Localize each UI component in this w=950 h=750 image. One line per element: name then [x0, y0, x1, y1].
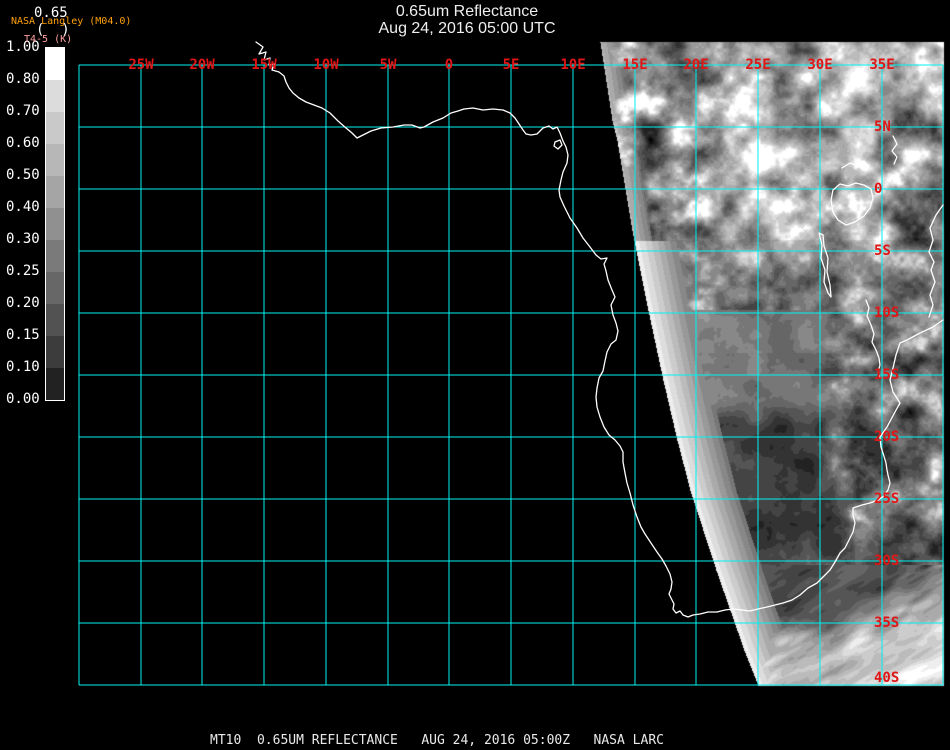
colorbar-tick-0.20: 0.20: [6, 295, 40, 311]
colorbar-tick-0.30: 0.30: [6, 231, 40, 247]
footer-caption: MT10 0.65UM REFLECTANCE AUG 24, 2016 05:…: [210, 733, 664, 748]
title-block: 0.65um Reflectance Aug 24, 2016 05:00 UT…: [378, 3, 555, 37]
nasa-langley-version-label: NASA Langley (M04.0): [11, 16, 132, 27]
colorbar-block-5: [46, 208, 64, 240]
colorbar-block-1: [46, 80, 64, 112]
satellite-quicklook-screen: 0.65um Reflectance Aug 24, 2016 05:00 UT…: [0, 0, 950, 750]
colorbar-block-8: [46, 304, 64, 336]
coastline-fragment-4: [841, 160, 869, 169]
map-grid-and-coastlines: [78, 41, 944, 686]
colorbar-tick-0.60: 0.60: [6, 135, 40, 151]
colorbar-block-10: [46, 368, 64, 400]
colorbar-tick-0.70: 0.70: [6, 103, 40, 119]
colorbar-tick-0.00: 0.00: [6, 391, 40, 407]
colorbar-tick-0.50: 0.50: [6, 167, 40, 183]
colorbar-tick-0.25: 0.25: [6, 263, 40, 279]
colorbar-block-2: [46, 112, 64, 144]
colorbar-tick-0.10: 0.10: [6, 359, 40, 375]
coastline-fragment-6: [553, 139, 563, 150]
coastline-fragment-2: [818, 232, 832, 298]
coastline-fragment-0: [928, 204, 944, 318]
colorbar-block-6: [46, 240, 64, 272]
colorbar-block-3: [46, 144, 64, 176]
coastline-fragment-1: [865, 299, 881, 379]
page-subtitle: Aug 24, 2016 05:00 UTC: [378, 20, 556, 37]
colorbar-block-0: [46, 48, 64, 80]
colorbar-tick-0.40: 0.40: [6, 199, 40, 215]
coastline-africa: [255, 41, 944, 618]
colorbar-block-4: [46, 176, 64, 208]
t4-5-channel-label: T4-5 (K): [24, 34, 73, 45]
colorbar: [45, 47, 65, 401]
colorbar-block-7: [46, 272, 64, 304]
colorbar-block-9: [46, 336, 64, 368]
coastline-fragment-5: [891, 135, 898, 165]
page-title: 0.65um Reflectance: [395, 3, 539, 20]
colorbar-tick-0.80: 0.80: [6, 71, 40, 87]
colorbar-tick-0.15: 0.15: [6, 327, 40, 343]
